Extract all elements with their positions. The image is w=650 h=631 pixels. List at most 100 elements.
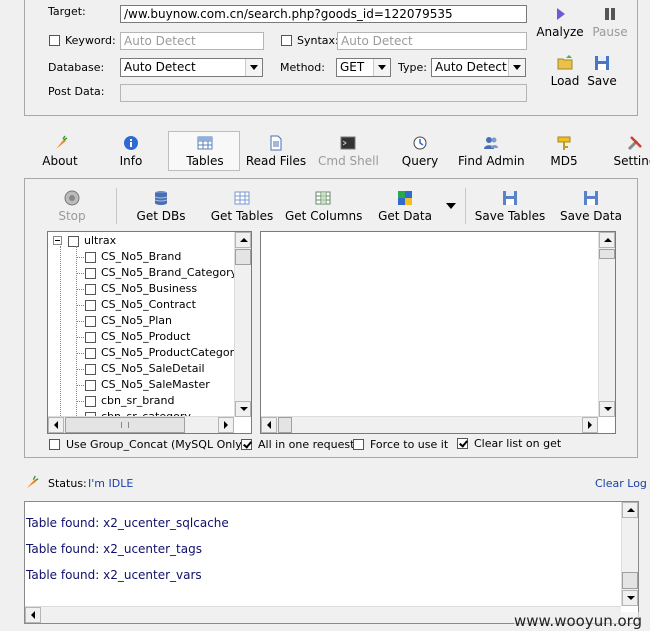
scroll-thumb[interactable] <box>235 249 251 265</box>
pause-button[interactable]: Pause <box>588 6 632 39</box>
chevron-down-icon[interactable] <box>508 59 525 76</box>
tree-line <box>76 337 84 338</box>
get-tables-button[interactable]: Get Tables <box>210 190 274 223</box>
stop-button[interactable]: Stop <box>56 190 88 223</box>
log-line: Table found: x2_ucenter_sqlcache <box>26 516 229 530</box>
table-checkbox[interactable] <box>85 364 96 375</box>
tab-query[interactable]: Query <box>401 135 439 168</box>
chevron-down-icon[interactable] <box>245 59 262 76</box>
database-select[interactable]: Auto Detect <box>120 58 263 77</box>
table-name: CS_No5_Product <box>101 330 191 343</box>
table-icon <box>197 136 213 150</box>
target-input[interactable]: /ww.buynow.com.cn/search.php?goods_id=12… <box>120 5 527 23</box>
table-checkbox[interactable] <box>85 252 96 263</box>
folder-icon <box>557 55 573 70</box>
post-data-label: Post Data: <box>48 85 105 98</box>
table-checkbox[interactable] <box>85 268 96 279</box>
type-label: Type: <box>398 61 427 74</box>
all-in-one-checkbox[interactable] <box>241 439 252 450</box>
tree-root-checkbox[interactable] <box>68 236 79 247</box>
clear-list-label: Clear list on get <box>474 437 562 450</box>
table-name: CS_No5_Plan <box>101 314 173 327</box>
scroll-right-button[interactable] <box>582 417 598 433</box>
type-select[interactable]: Auto Detect <box>431 58 526 77</box>
tab-tables[interactable]: Tables <box>180 135 230 168</box>
tree-vertical-scrollbar[interactable] <box>234 232 251 417</box>
scroll-up-button[interactable] <box>599 232 615 248</box>
tree-expander[interactable] <box>53 236 62 245</box>
tree-line <box>76 257 84 258</box>
scroll-thumb[interactable] <box>622 572 638 589</box>
tree-line <box>76 273 84 274</box>
scroll-right-button[interactable] <box>218 417 234 433</box>
tree-line <box>76 369 84 370</box>
toolbar-separator <box>465 188 466 224</box>
scroll-down-button[interactable] <box>235 401 251 417</box>
tables-tree[interactable]: ultrax CS_No5_Brand CS_No5_Brand_Category… <box>47 231 252 434</box>
scroll-thumb[interactable] <box>65 417 185 433</box>
save-tables-button[interactable]: Save Tables <box>474 190 546 223</box>
load-button[interactable]: Load <box>548 55 582 88</box>
tab-setting[interactable]: Setting <box>610 135 650 168</box>
chevron-down-icon[interactable] <box>373 59 390 76</box>
group-concat-label: Use Group_Concat (MySQL Only) <box>66 438 247 451</box>
data-grid[interactable] <box>260 231 616 434</box>
table-checkbox[interactable] <box>85 300 96 311</box>
table-name: CS_No5_Contract <box>101 298 196 311</box>
table-checkbox[interactable] <box>85 284 96 295</box>
scroll-thumb[interactable] <box>278 417 292 433</box>
get-dbs-button[interactable]: Get DBs <box>136 190 186 223</box>
scroll-up-button[interactable] <box>622 502 638 518</box>
syntax-checkbox[interactable] <box>281 35 292 46</box>
scroll-left-button[interactable] <box>48 417 64 433</box>
log-line: Table found: x2_ucenter_tags <box>26 542 202 556</box>
play-icon <box>557 8 565 20</box>
table-name: CS_No5_ProductCategory <box>101 346 241 359</box>
console-icon <box>340 136 356 150</box>
type-value: Auto Detect <box>435 60 507 74</box>
table-checkbox[interactable] <box>85 396 96 407</box>
scroll-down-button[interactable] <box>599 401 615 417</box>
tree-line <box>60 246 61 433</box>
data-grid-icon <box>398 191 412 205</box>
tree-horizontal-scrollbar[interactable] <box>48 416 234 433</box>
scroll-left-button[interactable] <box>261 417 277 433</box>
save-button[interactable]: Save <box>586 55 618 88</box>
force-checkbox[interactable] <box>353 439 364 450</box>
keyword-input[interactable]: Auto Detect <box>120 32 264 50</box>
grid-vertical-scrollbar[interactable] <box>598 232 615 417</box>
clear-list-checkbox[interactable] <box>457 438 468 449</box>
all-in-one-label: All in one request. <box>258 438 358 451</box>
get-data-dropdown[interactable] <box>446 203 456 209</box>
tab-md5[interactable]: MD5 <box>548 135 580 168</box>
clear-log-link[interactable]: Clear Log <box>595 477 647 490</box>
table-checkbox[interactable] <box>85 316 96 327</box>
carrot-icon <box>56 135 68 149</box>
table-name: CS_No5_SaleMaster <box>101 378 210 391</box>
post-data-input[interactable] <box>120 84 527 102</box>
tab-about[interactable]: About <box>38 135 82 168</box>
group-concat-checkbox[interactable] <box>49 439 60 450</box>
analyze-button[interactable]: Analyze <box>536 6 584 39</box>
get-data-button[interactable]: Get Data <box>378 190 432 223</box>
keyword-checkbox[interactable] <box>49 35 60 46</box>
scroll-up-button[interactable] <box>235 232 251 248</box>
log-vertical-scrollbar[interactable] <box>621 502 638 606</box>
table-checkbox[interactable] <box>85 380 96 391</box>
tree-root-label: ultrax <box>84 234 117 247</box>
log-line: Table found: x2_ucenter_vars <box>26 568 202 582</box>
tab-find-admin[interactable]: Find Admin <box>458 135 525 168</box>
scroll-left-button[interactable] <box>25 607 41 623</box>
method-select[interactable]: GET <box>336 58 391 77</box>
grid-horizontal-scrollbar[interactable] <box>261 416 598 433</box>
tab-read-files[interactable]: Read Files <box>245 135 307 168</box>
save-data-button[interactable]: Save Data <box>560 190 622 223</box>
get-columns-button[interactable]: Get Columns <box>285 190 362 223</box>
table-checkbox[interactable] <box>85 348 96 359</box>
tab-info[interactable]: Info <box>113 135 149 168</box>
table-checkbox[interactable] <box>85 332 96 343</box>
syntax-input[interactable]: Auto Detect <box>337 32 527 50</box>
scroll-thumb[interactable] <box>599 249 615 259</box>
tab-cmd-shell[interactable]: Cmd Shell <box>318 135 379 168</box>
scroll-down-button[interactable] <box>622 590 638 606</box>
